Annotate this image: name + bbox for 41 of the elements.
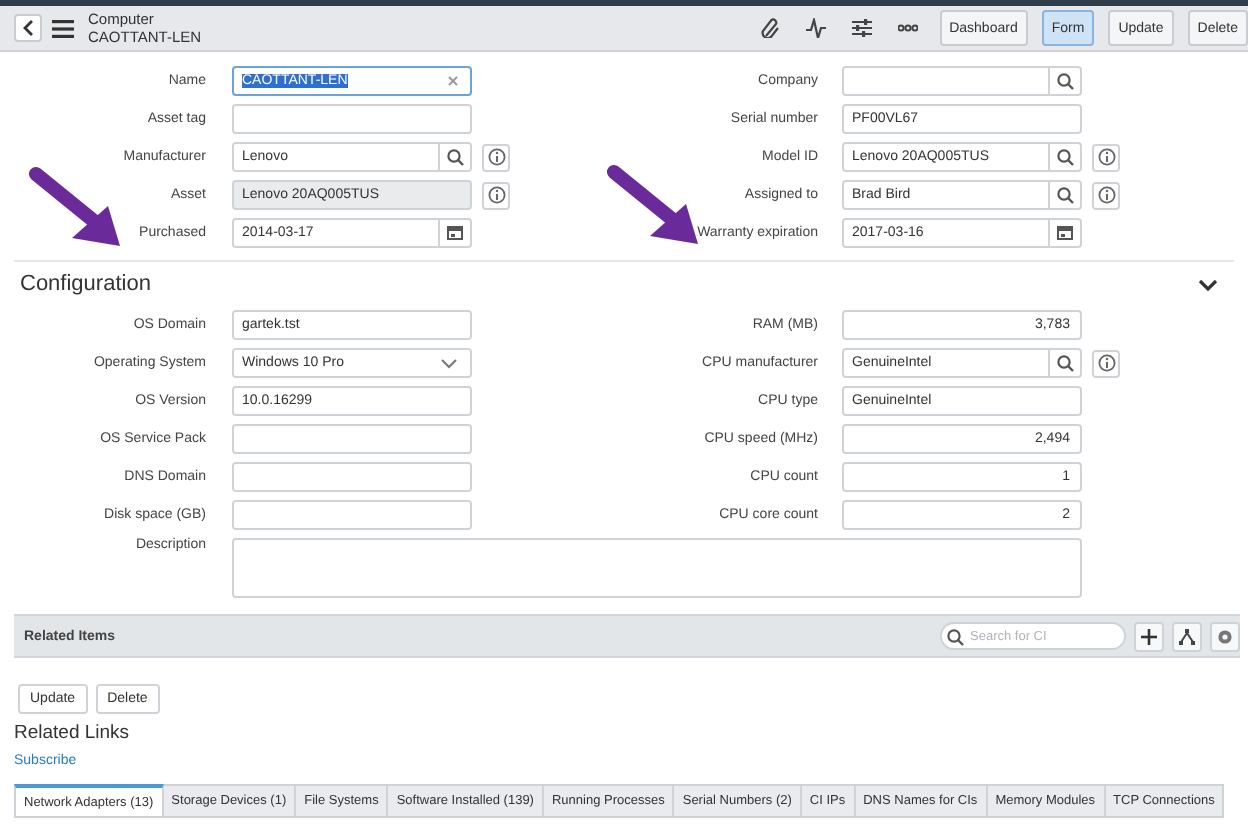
calendar-icon[interactable] — [446, 224, 464, 242]
info-icon[interactable] — [1097, 354, 1115, 372]
input-field[interactable] — [232, 500, 472, 530]
search-icon[interactable] — [1056, 186, 1074, 204]
related-links-title: Related Links — [14, 722, 132, 744]
info-icon[interactable] — [1097, 148, 1115, 166]
menu-icon[interactable] — [52, 19, 74, 37]
plus-icon — [1140, 627, 1158, 645]
search-icon[interactable] — [1056, 72, 1074, 90]
hierarchy-icon — [1178, 627, 1196, 645]
paperclip-icon[interactable] — [759, 18, 780, 38]
input-field[interactable] — [232, 104, 472, 134]
more-icon[interactable] — [897, 18, 918, 38]
clear-icon[interactable] — [448, 76, 458, 86]
input-field[interactable] — [232, 462, 472, 492]
hierarchy-button[interactable] — [1172, 621, 1202, 651]
section-title: Configuration — [18, 272, 153, 296]
add-button[interactable] — [1134, 621, 1164, 651]
chevron-icon[interactable] — [1198, 277, 1218, 291]
sliders-icon[interactable] — [851, 18, 872, 38]
search-icon[interactable] — [446, 148, 464, 166]
info-button[interactable] — [1092, 349, 1120, 377]
search-icon[interactable] — [1056, 148, 1074, 166]
search-icon — [946, 627, 964, 645]
back-icon — [22, 20, 34, 36]
calendar-icon[interactable] — [1056, 224, 1074, 242]
info-button[interactable] — [482, 181, 510, 209]
search-icon[interactable] — [1056, 354, 1074, 372]
gear-icon — [1216, 627, 1234, 645]
back-button[interactable] — [14, 14, 42, 42]
settings-button[interactable] — [1210, 621, 1240, 651]
input-field[interactable] — [232, 424, 472, 454]
info-icon[interactable] — [487, 148, 505, 166]
info-button[interactable] — [1092, 181, 1120, 209]
description-field[interactable] — [232, 538, 1082, 598]
info-button[interactable] — [1092, 143, 1120, 171]
input-field[interactable] — [842, 66, 1082, 96]
info-icon[interactable] — [487, 186, 505, 204]
info-icon[interactable] — [1097, 186, 1115, 204]
info-button[interactable] — [482, 143, 510, 171]
pulse-icon[interactable] — [805, 18, 826, 38]
